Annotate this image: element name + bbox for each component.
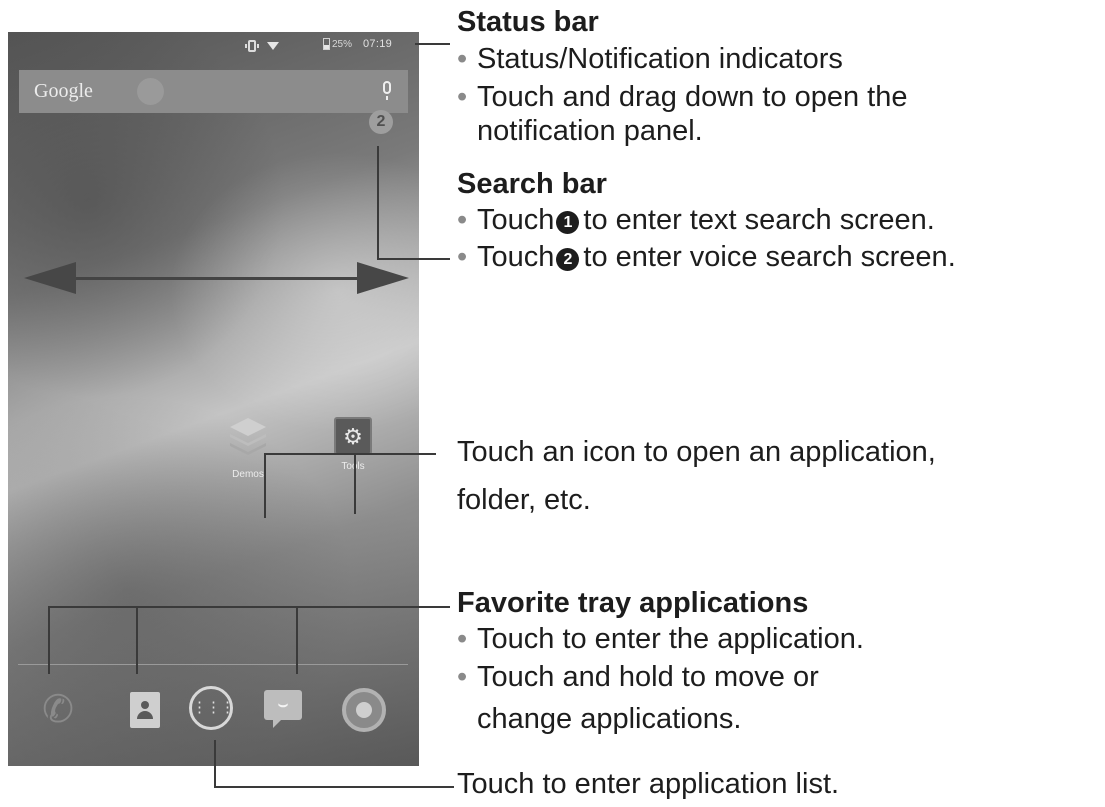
status-bar[interactable]: 25% 07:19	[8, 32, 419, 60]
battery-icon	[323, 38, 330, 50]
dock-divider	[18, 664, 408, 665]
tools-icon: ⚙	[334, 417, 372, 455]
voice-search-marker: 2	[369, 110, 393, 134]
tray-callout-phone	[48, 606, 50, 674]
text-search-marker[interactable]	[137, 78, 164, 105]
applist-callout-line-v	[214, 740, 216, 787]
google-search-bar[interactable]: Google	[19, 70, 408, 113]
search-bar-heading: Search bar	[457, 168, 607, 200]
app-list-annotation: Touch to enter application list.	[457, 768, 840, 800]
search-bar-bullet-2: • Touch 2 to enter voice search screen.	[457, 241, 956, 273]
google-logo: Google	[34, 80, 93, 102]
status-bar-bullet-1: • Status/Notification indicators	[457, 43, 843, 75]
arrow-right-icon	[357, 262, 409, 294]
tools-callout-line	[354, 453, 356, 514]
app-tools-label: Tools	[341, 461, 365, 472]
status-bar-heading: Status bar	[457, 6, 599, 38]
battery-level: 25%	[332, 39, 353, 50]
demos-callout-line	[264, 453, 266, 518]
arrow-left-icon	[24, 262, 76, 294]
favorite-tray-bullet-2-cont: change applications.	[477, 703, 742, 735]
mic-callout-line-h	[377, 258, 450, 260]
favorite-tray-heading: Favorite tray applications	[457, 587, 809, 619]
mic-callout-line-v	[377, 146, 379, 259]
search-bar-bullet-1: • Touch 1 to enter text search screen.	[457, 204, 935, 236]
contacts-icon[interactable]	[118, 682, 174, 738]
vibrate-icon	[245, 40, 259, 52]
app-demos-label: Demos	[232, 469, 264, 480]
status-bar-callout-line	[415, 43, 450, 45]
icon-annotation-line-1: Touch an icon to open an application,	[457, 436, 936, 468]
layers-icon	[230, 418, 266, 455]
favorite-tray-bullet-2: • Touch and hold to move or	[457, 661, 819, 693]
messaging-icon[interactable]: ⌣	[256, 682, 312, 738]
tray-callout-contacts	[136, 606, 138, 674]
tray-callout-line-h	[48, 606, 450, 608]
wifi-icon	[267, 42, 279, 50]
icon-callout-line-h	[264, 453, 436, 455]
icon-annotation-line-2: folder, etc.	[457, 484, 591, 516]
browser-icon[interactable]	[336, 682, 392, 738]
status-bar-bullet-2-cont: notification panel.	[477, 115, 703, 147]
mic-icon[interactable]	[383, 81, 391, 100]
phone-home-screen: 25% 07:19 Google 2 Demos ⚙ Tools ✆ ⋮⋮⋮ ⌣	[8, 32, 419, 766]
app-demos[interactable]: Demos	[218, 414, 278, 480]
status-bar-bullet-2: • Touch and drag down to open the	[457, 81, 908, 113]
app-list-icon[interactable]: ⋮⋮⋮	[185, 682, 241, 738]
clock: 07:19	[363, 38, 393, 50]
favorite-tray-bullet-1: • Touch to enter the application.	[457, 623, 864, 655]
tray-callout-messaging	[296, 606, 298, 674]
applist-callout-line-h	[214, 786, 454, 788]
swipe-arrow-line	[38, 277, 388, 280]
phone-icon[interactable]: ✆	[30, 682, 86, 738]
app-tools[interactable]: ⚙ Tools	[323, 414, 383, 472]
